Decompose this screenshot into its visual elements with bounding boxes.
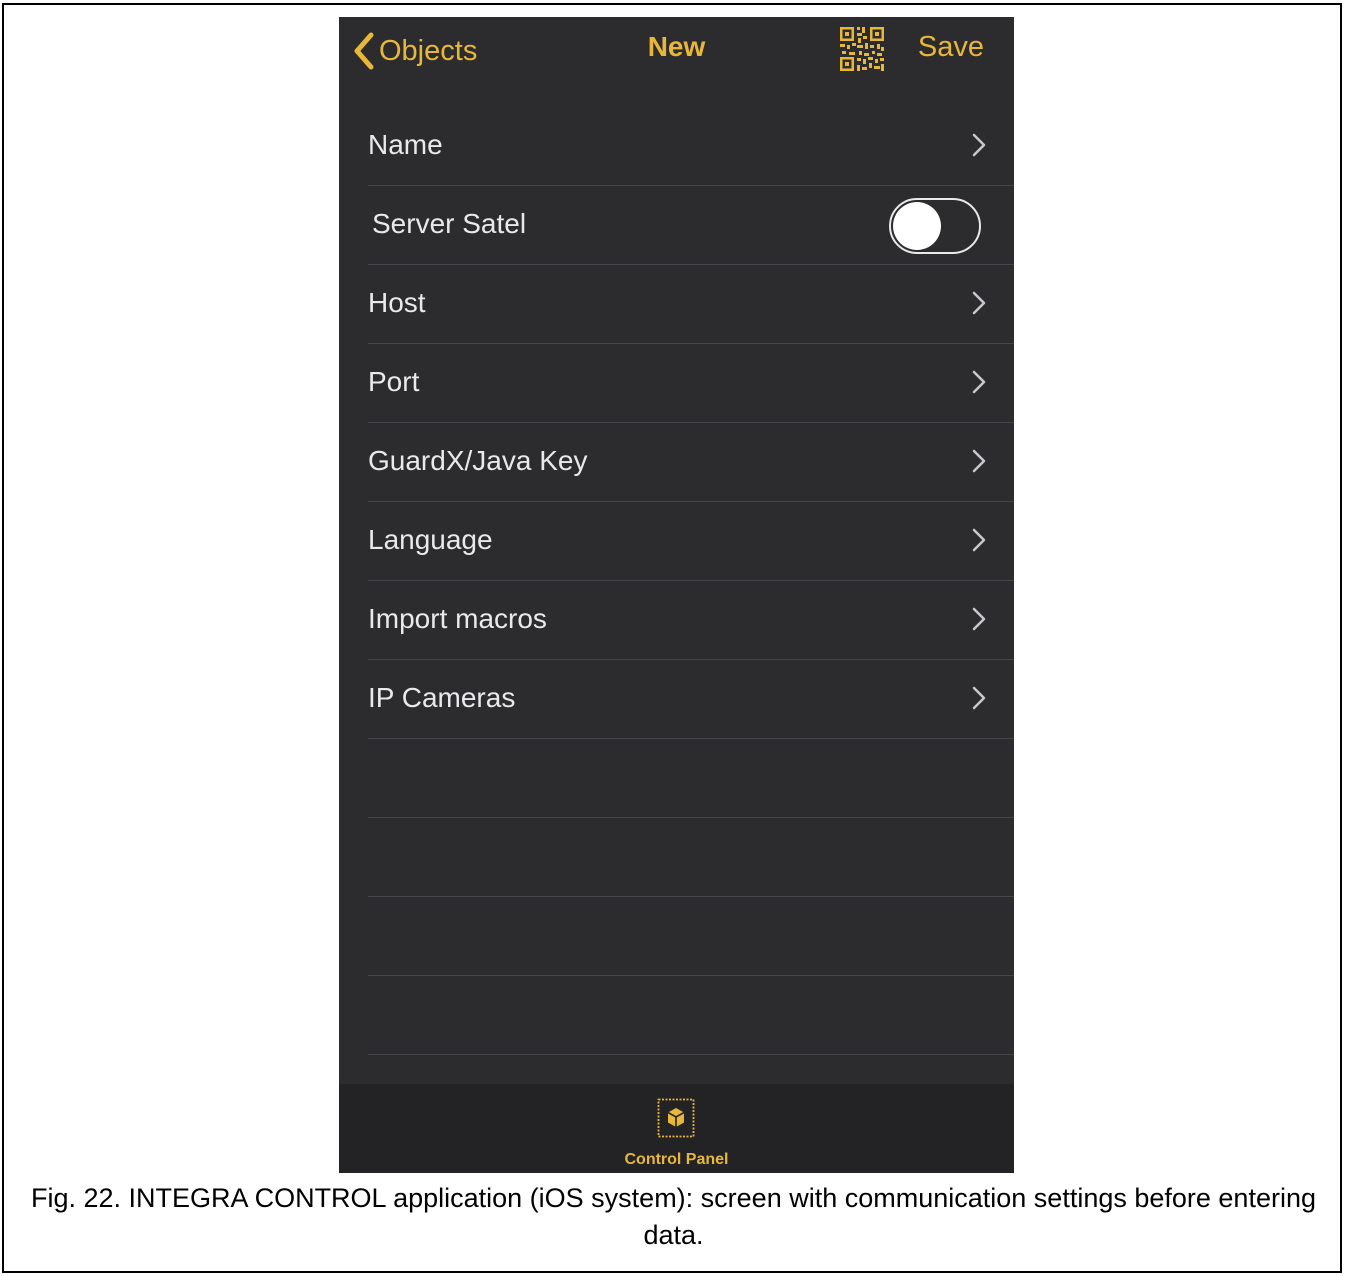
toggle-knob: [893, 202, 941, 250]
server-satel-toggle[interactable]: [889, 198, 981, 254]
save-button[interactable]: Save: [918, 31, 984, 64]
settings-row-name[interactable]: Name: [368, 107, 1014, 186]
empty-row: [368, 739, 1014, 818]
settings-row-label: Name: [368, 129, 443, 160]
settings-row-label: Language: [368, 524, 493, 555]
tab-control-panel[interactable]: Control Panel: [339, 1151, 1014, 1169]
settings-row-guardx-java-key[interactable]: GuardX/Java Key: [368, 423, 1014, 502]
settings-row-label: Server Satel: [372, 208, 527, 239]
settings-row-label: IP Cameras: [368, 682, 516, 713]
page-title: New: [647, 31, 706, 62]
chevron-right-icon: [972, 291, 986, 315]
settings-row-host[interactable]: Host: [368, 265, 1014, 344]
settings-row-label: Import macros: [368, 603, 547, 634]
settings-row-server-satel: Server Satel: [368, 186, 1014, 265]
empty-row: [368, 897, 1014, 976]
empty-row: [368, 818, 1014, 897]
chevron-right-icon: [972, 449, 986, 473]
control-panel-icon[interactable]: [657, 1098, 695, 1138]
qr-code-icon[interactable]: [839, 26, 885, 72]
empty-row: [368, 976, 1014, 1055]
tab-bar: Control Panel: [339, 1084, 1014, 1173]
settings-row-port[interactable]: Port: [368, 344, 1014, 423]
settings-row-language[interactable]: Language: [368, 502, 1014, 581]
chevron-right-icon: [972, 133, 986, 157]
chevron-right-icon: [972, 528, 986, 552]
settings-row-label: Host: [368, 287, 426, 318]
phone-screen: Objects New Save Name Server Satel Host …: [339, 17, 1014, 1173]
settings-row-label: Port: [368, 366, 420, 397]
settings-list: Name Server Satel Host Port GuardX/Java …: [339, 107, 1014, 1134]
settings-row-ip-cameras[interactable]: IP Cameras: [368, 660, 1014, 739]
settings-row-import-macros[interactable]: Import macros: [368, 581, 1014, 660]
settings-row-label: GuardX/Java Key: [368, 445, 588, 476]
chevron-right-icon: [972, 370, 986, 394]
navigation-bar: Objects New Save: [339, 17, 1014, 89]
chevron-right-icon: [972, 607, 986, 631]
figure-caption: Fig. 22. INTEGRA CONTROL application (iO…: [31, 1183, 1316, 1250]
chevron-right-icon: [972, 686, 986, 710]
